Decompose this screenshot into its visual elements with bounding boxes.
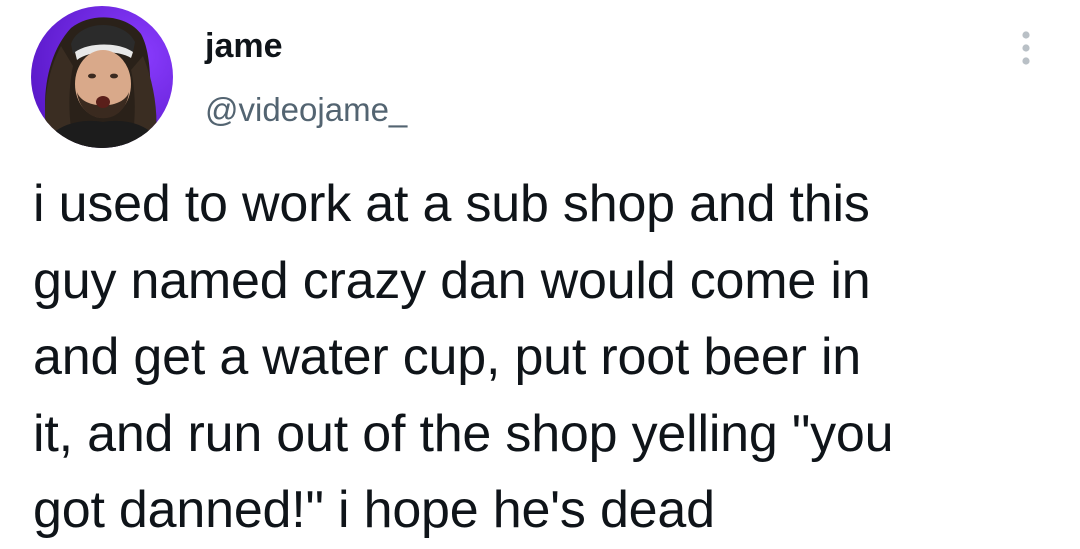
- tweet-text-line: it, and run out of the shop yelling "you: [33, 404, 894, 463]
- author-display-name[interactable]: jame: [205, 26, 283, 66]
- author-handle[interactable]: @videojame_: [205, 90, 407, 130]
- avatar-image: [31, 6, 173, 148]
- tweet-text-line: guy named crazy dan would come in: [33, 251, 871, 310]
- more-options-button[interactable]: [1004, 22, 1048, 72]
- tweet-text-line: got danned!" i hope he's dead: [33, 481, 715, 539]
- tweet-card: jame @videojame_ i used to work at a sub…: [0, 0, 1080, 545]
- author-avatar[interactable]: [31, 6, 173, 148]
- tweet-text-line: i used to work at a sub shop and this: [33, 175, 870, 233]
- tweet-text: i used to work at a sub shop and this gu…: [33, 166, 1063, 549]
- tweet-text-line: and get a water cup, put root beer in: [33, 328, 862, 386]
- more-vertical-icon: [1022, 31, 1030, 65]
